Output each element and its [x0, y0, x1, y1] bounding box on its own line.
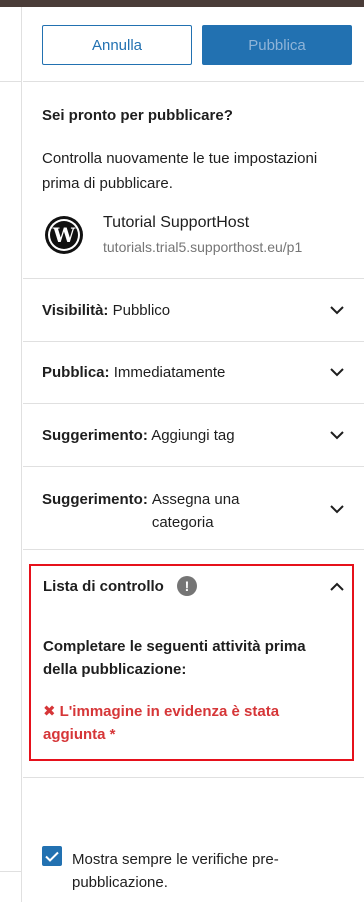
ready-description: Controlla nuovamente le tue impostazioni…: [42, 150, 318, 192]
info-icon[interactable]: !: [177, 576, 197, 596]
site-url: tutorials.trial5.supporthost.eu/p1: [103, 239, 303, 255]
cancel-button[interactable]: Annulla: [42, 25, 192, 65]
panel-visibility-label: Visibilità: Pubblico: [42, 302, 171, 319]
chevron-up-icon[interactable]: [330, 582, 344, 591]
checklist-description: Completare le seguenti attività prima de…: [43, 638, 306, 678]
checkmark-icon: [45, 851, 59, 862]
panel-suggest-category[interactable]: Suggerimento: Assegna una categoria: [23, 467, 364, 549]
publish-button[interactable]: Pubblica: [202, 25, 352, 65]
panel-suggest-tags[interactable]: Suggerimento: Aggiungi tag: [23, 404, 364, 466]
chevron-down-icon: [330, 505, 344, 514]
panel-visibility[interactable]: Visibilità: Pubblico: [23, 279, 364, 341]
panel-suggest-tags-label: Suggerimento: Aggiungi tag: [42, 427, 235, 444]
ready-title: Sei pronto per pubblicare?: [42, 107, 233, 124]
wordpress-logo-icon: W: [45, 216, 83, 254]
prepublish-panel: Annulla Pubblica Sei pronto per pubblica…: [23, 7, 364, 902]
cross-icon: ✖: [43, 703, 56, 720]
editor-canvas-edge: [0, 7, 22, 902]
divider: [23, 549, 364, 550]
panel-publish-label: Pubblica: Immediatamente: [42, 364, 226, 381]
svg-text:W: W: [52, 223, 76, 247]
chevron-down-icon: [330, 306, 344, 315]
checklist-item: ✖ L'immagine in evidenza è stata aggiunta…: [43, 700, 338, 746]
chevron-down-icon: [330, 368, 344, 377]
checklist-title[interactable]: Lista di controllo: [43, 578, 164, 595]
always-show-label[interactable]: Mostra sempre le verifiche pre-pubblicaz…: [72, 848, 342, 894]
gutter-divider: [0, 871, 22, 872]
checklist-item-text: L'immagine in evidenza è stata aggiunta …: [43, 703, 280, 743]
panel-suggest-category-label: Suggerimento: Assegna una categoria: [42, 491, 240, 531]
gutter-divider: [0, 81, 22, 82]
panel-publish[interactable]: Pubblica: Immediatamente: [23, 342, 364, 404]
divider: [23, 81, 364, 82]
divider: [23, 777, 364, 778]
chevron-down-icon: [330, 431, 344, 440]
top-bar: [0, 0, 364, 7]
always-show-checkbox[interactable]: [42, 846, 62, 866]
checklist-panel: Lista di controllo ! Completare le segue…: [29, 564, 354, 761]
site-name: Tutorial SupportHost: [103, 214, 250, 231]
